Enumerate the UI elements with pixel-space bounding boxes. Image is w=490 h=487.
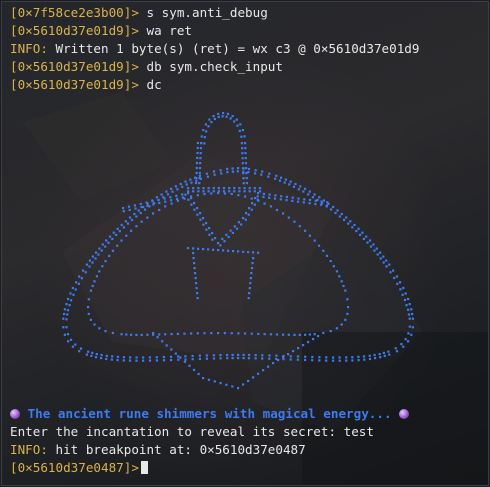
prompt-address: [0×5610d37e0487]> bbox=[10, 460, 139, 475]
rune-ascii-art bbox=[62, 112, 414, 390]
terminal-window[interactable]: [0×7f58ce2e3b00]> s sym.anti_debug [0×56… bbox=[1, 1, 489, 486]
banner-text: The ancient rune shimmers with magical e… bbox=[20, 406, 400, 421]
crystal-ball-icon bbox=[399, 409, 410, 419]
breakpoint-message: hit breakpoint at: 0×5610d37e0487 bbox=[47, 442, 306, 457]
crystal-ball-icon bbox=[10, 409, 20, 419]
banner-line: The ancient rune shimmers with magical e… bbox=[10, 405, 410, 423]
text-cursor[interactable] bbox=[140, 461, 148, 474]
info-label: INFO: bbox=[10, 442, 48, 457]
incantation-prompt: Enter the incantation to reveal its secr… bbox=[10, 424, 374, 439]
incantation-line: Enter the incantation to reveal its secr… bbox=[10, 423, 374, 441]
breakpoint-line: INFO: hit breakpoint at: 0×5610d37e0487 bbox=[10, 441, 306, 459]
current-prompt-line[interactable]: [0×5610d37e0487]> bbox=[10, 459, 148, 477]
